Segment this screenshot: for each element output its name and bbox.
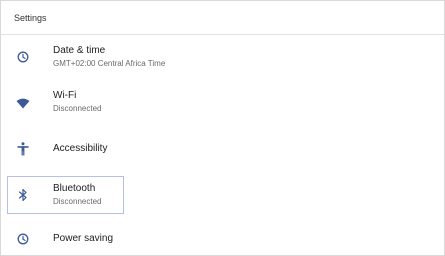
settings-item-date-time[interactable]: Date & time GMT+02:00 Central Africa Tim… (7, 40, 443, 76)
accessibility-icon (16, 142, 30, 156)
settings-item-title: Wi-Fi (53, 90, 77, 101)
settings-window: Settings Date & time GMT+02:00 Central A… (0, 0, 445, 256)
settings-item-subtitle: GMT+02:00 Central Africa Time (53, 59, 166, 68)
settings-item-subtitle: Disconnected (53, 197, 102, 206)
settings-item-subtitle: Disconnected (53, 104, 102, 113)
clock-icon (16, 50, 30, 64)
settings-item-accessibility[interactable]: Accessibility (7, 131, 443, 167)
settings-item-title: Accessibility (53, 143, 108, 154)
page-title: Settings (14, 13, 47, 23)
settings-header: Settings (1, 1, 444, 35)
settings-item-title: Date & time (53, 45, 106, 56)
power-saving-icon (16, 232, 30, 246)
settings-item-bluetooth[interactable]: Bluetooth Disconnected (7, 176, 124, 214)
bluetooth-icon (16, 188, 30, 202)
settings-item-title: Bluetooth (53, 183, 96, 194)
settings-item-wifi[interactable]: Wi-Fi Disconnected (7, 85, 443, 121)
wifi-icon (16, 96, 30, 110)
settings-item-power-saving[interactable]: Power saving (7, 224, 443, 254)
settings-item-title: Power saving (53, 233, 114, 244)
